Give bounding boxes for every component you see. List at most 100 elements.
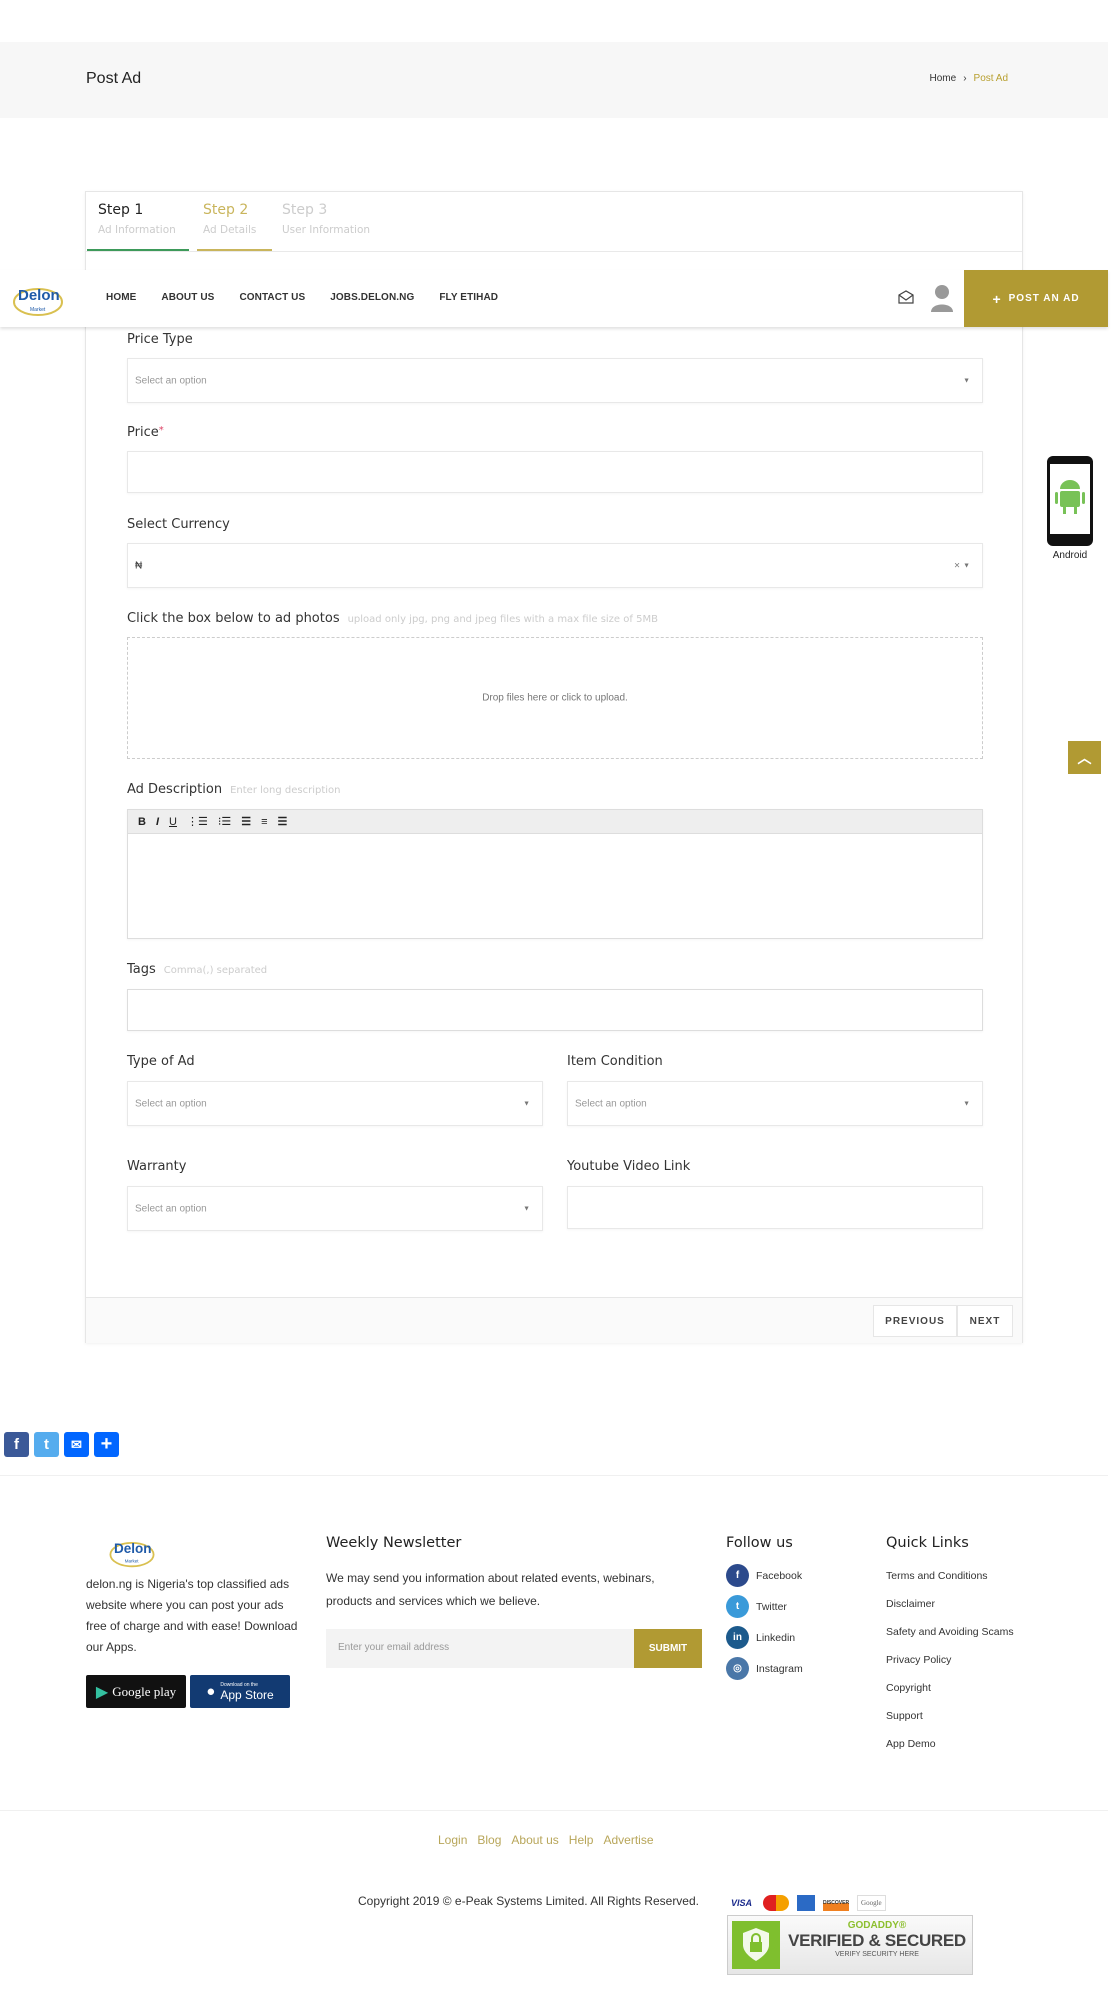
badge-title: VERIFIED & SECURED (788, 1931, 966, 1950)
next-button[interactable]: NEXT (957, 1305, 1013, 1337)
social-instagram[interactable]: ◎ Instagram (726, 1653, 803, 1684)
chevron-down-icon: ▼ (963, 1100, 970, 1107)
type-of-ad-select[interactable]: Select an option ▼ (127, 1081, 543, 1126)
step-desc: Ad Details (203, 224, 257, 236)
chevron-down-icon: ▼ (523, 1100, 530, 1107)
italic-icon[interactable]: I (156, 816, 159, 828)
user-avatar-icon[interactable] (930, 284, 954, 317)
quick-link[interactable]: Support (886, 1702, 1014, 1730)
social-linkedin[interactable]: in Linkedin (726, 1622, 803, 1653)
newsletter-email-input[interactable]: Enter your email address (326, 1629, 634, 1668)
quick-link[interactable]: App Demo (886, 1730, 1014, 1758)
bold-icon[interactable]: B (138, 816, 146, 828)
quick-link[interactable]: Safety and Avoiding Scams (886, 1618, 1014, 1646)
footer-logo[interactable]: Delon Market (104, 1533, 160, 1569)
app-store-label: App Store (220, 1687, 274, 1702)
social-label: Instagram (756, 1662, 803, 1675)
clear-icon[interactable]: × (954, 560, 960, 571)
facebook-share-icon[interactable]: f (4, 1432, 29, 1457)
align-left-icon[interactable]: ☰ (241, 815, 251, 828)
email-share-icon[interactable]: ✉ (64, 1432, 89, 1457)
step-progress-bar (87, 249, 189, 251)
apple-icon: ● (206, 1683, 216, 1700)
price-type-select[interactable]: Select an option ▼ (127, 358, 983, 403)
quick-link[interactable]: Disclaimer (886, 1590, 1014, 1618)
app-store-badge[interactable]: ● Download on the App Store (190, 1675, 290, 1708)
warranty-select[interactable]: Select an option ▼ (127, 1186, 543, 1231)
scroll-to-top-button[interactable]: ︿ (1068, 741, 1101, 774)
step-2[interactable]: Step 2 Ad Details (197, 202, 272, 251)
twitter-share-icon[interactable]: t (34, 1432, 59, 1457)
step-title: Step 3 (282, 202, 328, 218)
item-condition-select[interactable]: Select an option ▼ (567, 1081, 983, 1126)
align-center-icon[interactable]: ≡ (261, 816, 267, 828)
visa-icon: VISA (731, 1898, 753, 1908)
step-3[interactable]: Step 3 User Information (282, 202, 370, 236)
payment-cards: VISA DISCOVER Google (728, 1895, 886, 1911)
quick-links: Terms and Conditions Disclaimer Safety a… (886, 1562, 1014, 1758)
android-label: Android (1052, 550, 1088, 561)
tags-input[interactable] (127, 989, 983, 1031)
previous-button[interactable]: PREVIOUS (873, 1305, 957, 1337)
google-play-label: Google play (112, 1683, 177, 1699)
select-placeholder: Select an option (135, 375, 207, 386)
breadcrumb-home[interactable]: Home (930, 73, 957, 84)
android-app-link[interactable]: Android (1044, 455, 1096, 565)
social-twitter[interactable]: t Twitter (726, 1591, 803, 1622)
about-us-link[interactable]: About us (511, 1833, 558, 1847)
envelope-icon[interactable] (898, 290, 914, 309)
help-link[interactable]: Help (569, 1833, 594, 1847)
quick-link[interactable]: Privacy Policy (886, 1646, 1014, 1674)
login-link[interactable]: Login (438, 1833, 467, 1847)
nav-jobs[interactable]: JOBS.DELON.NG (330, 292, 414, 303)
photos-label: Click the box below to ad photos upload o… (127, 611, 658, 626)
description-editor[interactable]: B I U ⋮☰ ⁝☰ ☰ ≡ ☰ (127, 809, 983, 939)
post-an-ad-button[interactable]: + POST AN AD (964, 270, 1108, 327)
select-placeholder: Select an option (135, 1098, 207, 1109)
newsletter-submit-button[interactable]: SUBMIT (634, 1629, 702, 1668)
svg-text:Delon: Delon (114, 1541, 152, 1556)
step-title: Step 2 (203, 202, 249, 218)
ordered-list-icon[interactable]: ⋮☰ (187, 815, 208, 828)
mastercard-icon (763, 1895, 790, 1911)
delon-logo[interactable]: Delon Market (10, 278, 66, 318)
wizard-footer: PREVIOUS NEXT (86, 1297, 1022, 1343)
type-of-ad-label: Type of Ad (127, 1054, 195, 1069)
advertise-link[interactable]: Advertise (603, 1833, 653, 1847)
breadcrumb-separator: › (963, 73, 967, 84)
nav-about-us[interactable]: ABOUT US (161, 292, 214, 303)
chevron-down-icon: ▼ (963, 562, 970, 569)
breadcrumb: Home › Post Ad (930, 73, 1009, 84)
godaddy-verified-badge[interactable]: GODADDY® VERIFIED & SECURED VERIFY SECUR… (727, 1915, 973, 1975)
share-bar: f t ✉ + (4, 1432, 119, 1457)
description-hint: Enter long description (230, 785, 341, 796)
social-facebook[interactable]: f Facebook (726, 1560, 803, 1591)
quick-link[interactable]: Terms and Conditions (886, 1562, 1014, 1590)
play-icon: ▶ (95, 1683, 109, 1701)
chevron-down-icon: ▼ (963, 377, 970, 384)
currency-select[interactable]: ₦ × ▼ (127, 543, 983, 588)
photo-dropzone[interactable]: Drop files here or click to upload. (127, 637, 983, 759)
nav-fly-etihad[interactable]: FLY ETIHAD (439, 292, 498, 303)
discover-icon: DISCOVER (823, 1895, 849, 1911)
google-play-badge[interactable]: ▶ Google play (86, 1675, 186, 1708)
divider (0, 1475, 1108, 1476)
nav-contact-us[interactable]: CONTACT US (239, 292, 305, 303)
facebook-icon: f (726, 1564, 749, 1587)
social-label: Facebook (756, 1569, 803, 1582)
quick-link[interactable]: Copyright (886, 1674, 1014, 1702)
blog-link[interactable]: Blog (477, 1833, 501, 1847)
youtube-input[interactable] (567, 1186, 983, 1229)
align-right-icon[interactable]: ☰ (278, 815, 288, 828)
nav-menu: HOME ABOUT US CONTACT US JOBS.DELON.NG F… (106, 292, 498, 303)
price-type-label: Price Type (127, 332, 193, 347)
nav-home[interactable]: HOME (106, 292, 136, 303)
step-1[interactable]: Step 1 Ad Information (87, 202, 189, 251)
price-input[interactable] (127, 451, 983, 493)
underline-icon[interactable]: U (169, 816, 177, 828)
add-share-icon[interactable]: + (94, 1432, 119, 1457)
unordered-list-icon[interactable]: ⁝☰ (218, 815, 231, 828)
description-label-text: Ad Description (127, 782, 223, 797)
price-label-text: Price (127, 425, 159, 440)
currency-label: Select Currency (127, 517, 230, 532)
